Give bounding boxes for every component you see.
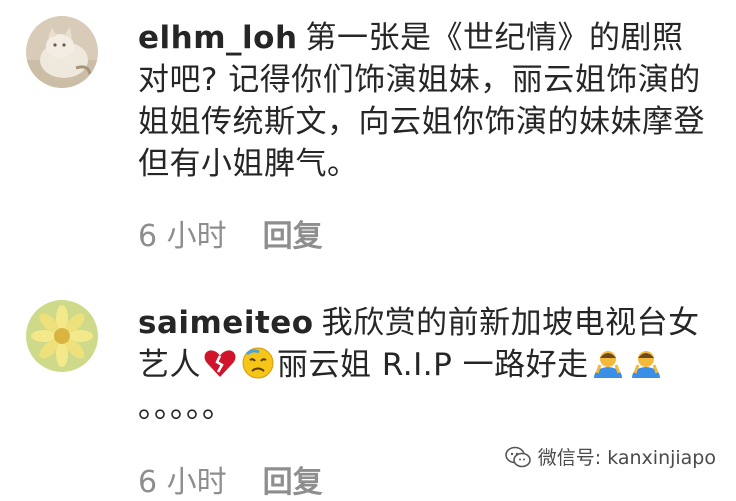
comment-body-continued: 丽云姐 R.I.P 一路好走 bbox=[277, 347, 589, 383]
sad-face-icon bbox=[241, 346, 275, 380]
comment-body-ending: 。。。。。 bbox=[138, 389, 234, 425]
wechat-icon bbox=[504, 445, 532, 469]
comment-timestamp: 6 小时 bbox=[138, 219, 227, 254]
comment-timestamp: 6 小时 bbox=[138, 465, 227, 500]
reply-button[interactable]: 回复 bbox=[263, 219, 323, 254]
watermark-text: 微信号: kanxinjiapo bbox=[537, 447, 716, 469]
comment-meta: 6 小时 回复 bbox=[138, 457, 323, 501]
person-bowing-icon bbox=[591, 346, 625, 380]
user-avatar[interactable] bbox=[26, 300, 98, 372]
person-bowing-icon bbox=[629, 346, 663, 380]
comment-username[interactable]: elhm_loh bbox=[138, 20, 298, 56]
comment-text: saimeiteo 我欣赏的前新加坡电视台女艺人 丽云姐 R.I.P 一路好走。。。… bbox=[138, 302, 708, 428]
broken-heart-icon bbox=[203, 346, 237, 380]
comment-text: elhm_loh 第一张是《世纪情》的剧照对吧? 记得你们饰演姐妹，丽云姐饰演的姐… bbox=[138, 17, 708, 185]
reply-button[interactable]: 回复 bbox=[263, 465, 323, 500]
wechat-watermark: 微信号: kanxinjiapo bbox=[504, 443, 716, 470]
comment-username[interactable]: saimeiteo bbox=[138, 305, 314, 341]
cat-avatar-icon bbox=[26, 16, 98, 88]
flower-avatar-icon bbox=[26, 300, 98, 372]
comment-meta: 6 小时 回复 bbox=[138, 211, 323, 255]
user-avatar[interactable] bbox=[26, 16, 98, 88]
